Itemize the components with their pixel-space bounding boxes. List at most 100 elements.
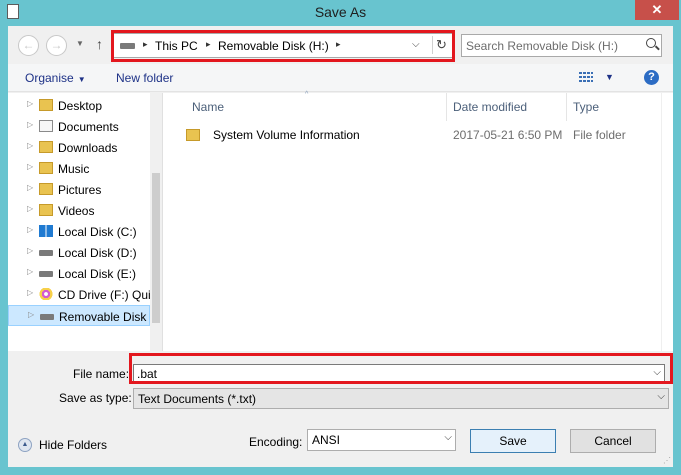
save-form: File name: ⌵ Save as type: Text Document… [8,351,673,467]
folder-icon [186,129,200,141]
organise-button[interactable]: Organise ▼ [25,71,86,85]
nav-item-downloads[interactable]: ▷ Downloads [8,137,150,158]
pictures-folder-icon [39,183,53,195]
windows-drive-icon [39,225,53,237]
expand-arrow-icon[interactable]: ▷ [27,267,33,276]
file-name-combobox[interactable]: ⌵ [133,364,665,384]
type-cell: File folder [573,128,626,142]
nav-item-label: Pictures [58,183,102,197]
nav-item-label: Local Disk (D:) [58,246,137,260]
file-row[interactable]: System Volume Information 2017-05-21 6:5… [166,124,673,146]
nav-item-label: Documents [58,120,119,134]
save-button[interactable]: Save [470,429,556,453]
chevron-down-icon: ⌵ [444,432,452,443]
breadcrumb-separator-icon[interactable]: ▸ [143,39,148,50]
expand-arrow-icon[interactable]: ▷ [27,120,33,129]
videos-folder-icon [39,204,53,216]
expand-arrow-icon[interactable]: ▷ [28,310,34,319]
back-arrow-icon: ← [22,38,35,52]
resize-grip-icon[interactable]: ⋰ [663,456,671,465]
encoding-label: Encoding: [249,435,303,449]
downloads-folder-icon [39,141,53,153]
nav-item-videos[interactable]: ▷ Videos [8,200,150,221]
removable-drive-icon [40,314,54,320]
navigation-pane[interactable]: ▷ Desktop ▷ Documents ▷ Downloads ▷ Musi… [8,93,162,351]
file-name-input[interactable] [137,366,637,382]
expand-arrow-icon[interactable]: ▷ [27,162,33,171]
encoding-value: ANSI [312,433,341,447]
up-one-level-button[interactable]: ↑ [96,36,103,52]
forward-arrow-icon: → [50,38,63,52]
nav-item-pictures[interactable]: ▷ Pictures [8,179,150,200]
search-box[interactable] [461,34,662,57]
sort-ascending-icon: ^ [305,91,309,98]
date-modified-cell: 2017-05-21 6:50 PM [453,128,563,142]
column-header-type[interactable]: Type [573,100,599,114]
removable-drive-icon [120,43,135,49]
search-input[interactable] [466,37,636,54]
nav-item-label: Local Disk (C:) [58,225,137,239]
documents-folder-icon [39,120,53,132]
expand-arrow-icon[interactable]: ▷ [27,246,33,255]
expand-arrow-icon[interactable]: ▷ [27,99,33,108]
cancel-button[interactable]: Cancel [570,429,656,453]
file-name-cell: System Volume Information [213,128,360,142]
expand-arrow-icon[interactable]: ▷ [27,288,33,297]
column-header-name[interactable]: Name [192,100,224,114]
help-icon[interactable]: ? [644,70,659,85]
nav-pane-scrollbar[interactable] [150,93,162,351]
breadcrumb-removable-disk[interactable]: Removable Disk (H:) [218,39,329,53]
nav-item-removable-disk-h[interactable]: ▷ Removable Disk ( [8,305,150,326]
file-name-label: File name: [73,367,130,381]
breadcrumb-separator-icon[interactable]: ▸ [336,39,341,50]
nav-item-local-disk-d[interactable]: ▷ Local Disk (D:) [8,242,150,263]
collapse-up-icon: ▲ [18,438,32,452]
nav-item-desktop[interactable]: ▷ Desktop [8,95,150,116]
save-as-type-dropdown[interactable]: Text Documents (*.txt) ⌵ [133,388,669,409]
nav-item-label: Downloads [58,141,118,155]
nav-item-documents[interactable]: ▷ Documents [8,116,150,137]
nav-item-local-disk-c[interactable]: ▷ Local Disk (C:) [8,221,150,242]
chevron-down-icon: ⌵ [657,391,665,402]
chevron-down-icon[interactable]: ⌵ [653,367,661,378]
breadcrumb-separator-icon[interactable]: ▸ [206,39,211,50]
expand-arrow-icon[interactable]: ▷ [27,225,33,234]
expand-arrow-icon[interactable]: ▷ [27,141,33,150]
cd-drive-icon [39,288,53,300]
address-bar[interactable]: ▸ This PC ▸ Removable Disk (H:) ▸ ⌵ ↻ [113,33,453,58]
nav-item-label: Desktop [58,99,103,113]
nav-item-label: Local Disk (E:) [58,267,137,281]
nav-item-music[interactable]: ▷ Music [8,158,150,179]
command-bar: Organise ▼ New folder ▼ ? [8,64,673,92]
scrollbar-thumb[interactable] [152,173,160,323]
organise-label: Organise [25,71,74,85]
column-divider[interactable] [446,93,447,121]
nav-item-cd-drive-f[interactable]: ▷ CD Drive (F:) Qui [8,284,150,305]
file-list-scrollbar[interactable] [661,93,673,351]
close-button[interactable]: ✕ [635,0,679,20]
column-header-date-modified[interactable]: Date modified [453,100,527,114]
nav-item-local-disk-e[interactable]: ▷ Local Disk (E:) [8,263,150,284]
drive-icon [39,250,53,256]
title-bar[interactable]: Save As ✕ [0,0,681,26]
new-folder-button[interactable]: New folder [116,71,173,85]
back-button[interactable]: ← [18,35,39,56]
search-icon[interactable] [646,38,656,48]
breadcrumb-this-pc[interactable]: This PC [155,39,198,53]
chevron-down-icon: ▼ [77,75,86,84]
refresh-icon[interactable]: ↻ [432,36,450,54]
address-history-dropdown-icon[interactable]: ⌵ [412,39,420,50]
view-options-icon[interactable] [579,72,593,83]
column-divider[interactable] [566,93,567,121]
expand-arrow-icon[interactable]: ▷ [27,183,33,192]
forward-button[interactable]: → [46,35,67,56]
nav-item-label: Removable Disk ( [59,310,150,324]
encoding-dropdown[interactable]: ANSI ⌵ [307,429,456,451]
save-as-dialog: Save As ✕ ← → ▼ ↑ ▸ This PC ▸ Removable … [0,0,681,475]
file-list[interactable]: ^ Name Date modified Type System Volume … [166,91,673,351]
hide-folders-label: Hide Folders [39,438,108,452]
view-dropdown-icon[interactable]: ▼ [605,72,614,82]
recent-locations-dropdown[interactable]: ▼ [76,39,84,48]
expand-arrow-icon[interactable]: ▷ [27,204,33,213]
save-as-type-value: Text Documents (*.txt) [138,392,257,406]
